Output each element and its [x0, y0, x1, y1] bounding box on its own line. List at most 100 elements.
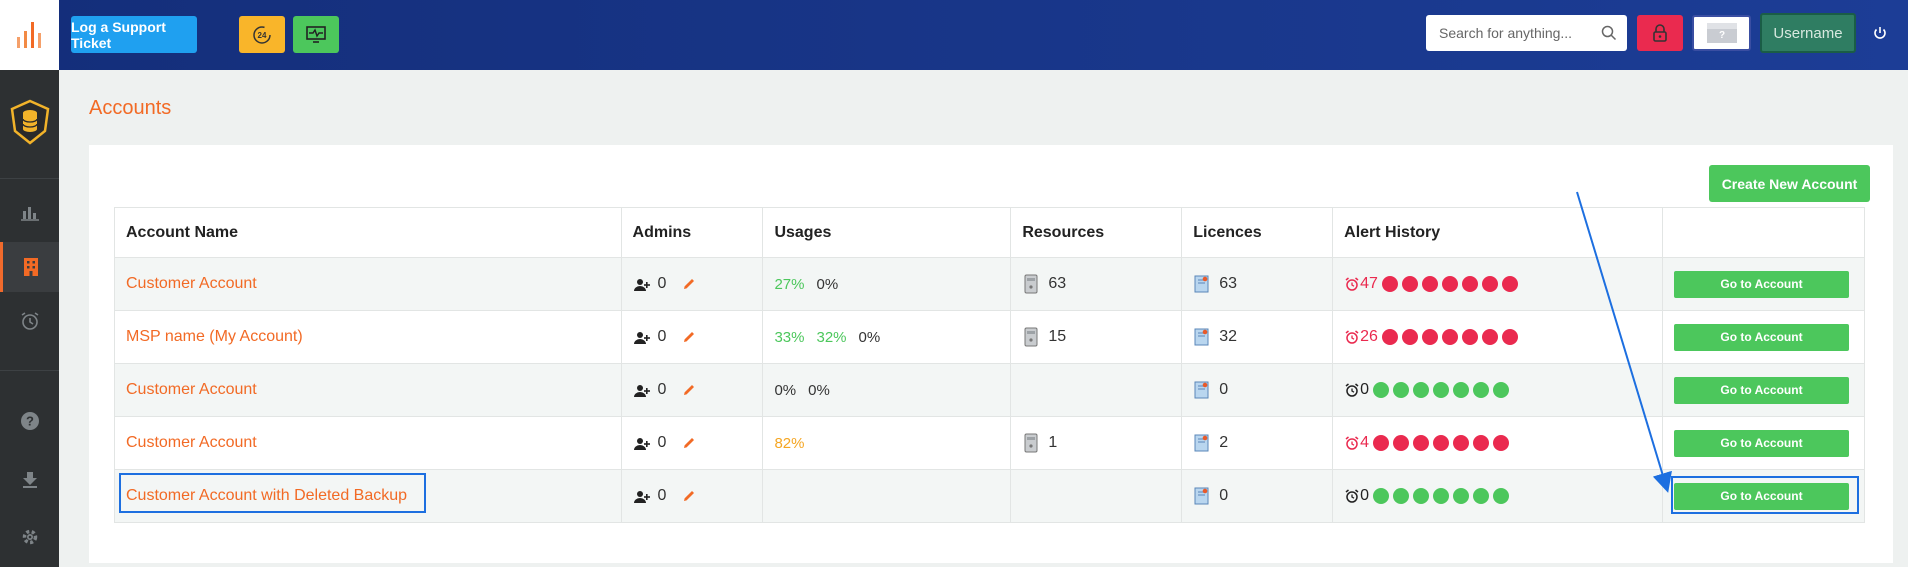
alarm-clock-icon [1345, 436, 1359, 450]
licences-cell: 0 [1181, 363, 1334, 417]
alert-status-dot [1453, 435, 1470, 451]
license-icon [1194, 487, 1209, 505]
alert-status-dot [1373, 435, 1390, 451]
edit-admins-button[interactable] [682, 383, 696, 397]
pencil-icon [684, 332, 695, 342]
license-icon [1194, 381, 1209, 399]
license-icon [1194, 275, 1209, 293]
support-ticket-button[interactable]: Log a Support Ticket [71, 16, 197, 53]
account-name-link[interactable]: Customer Account [126, 275, 257, 292]
usage-value: 0% [808, 381, 830, 399]
resources-count: 63 [1048, 275, 1067, 292]
admins-count: 0 [657, 487, 667, 504]
sidebar-item-alerts[interactable] [0, 296, 59, 346]
monitor-button[interactable] [293, 16, 339, 53]
admins-count: 0 [657, 328, 667, 345]
alert-status-dot [1481, 329, 1498, 345]
alert-status-dot [1493, 488, 1510, 504]
licences-cell: 2 [1181, 416, 1334, 470]
licences-count: 0 [1219, 487, 1229, 504]
alert-count: 4 [1360, 434, 1370, 451]
search-box[interactable]: Search for anything... [1426, 15, 1627, 51]
alert-status-dot [1433, 435, 1450, 451]
sidebar-item-reports[interactable] [0, 187, 59, 237]
resources-cell: 15 [1010, 310, 1183, 364]
alarm-icon [21, 312, 38, 330]
server-icon [1024, 327, 1038, 347]
search-icon[interactable] [1601, 25, 1617, 41]
username-button[interactable]: Username [1760, 13, 1856, 53]
usage-value: 0% [858, 328, 881, 346]
sidebar-item-settings[interactable] [0, 512, 59, 562]
alert-status-dot [1493, 382, 1510, 398]
pencil-icon [684, 385, 695, 395]
account-name-link[interactable]: Customer Account [126, 381, 257, 398]
account-name-cell: Customer Account [114, 416, 622, 470]
power-icon[interactable] [1872, 25, 1888, 41]
sidebar-item-brand[interactable] [0, 92, 59, 152]
alarm-clock-icon [1345, 383, 1359, 397]
language-button[interactable]: ? [1692, 15, 1751, 51]
alert-history-cell: 0 [1332, 363, 1663, 417]
column-header[interactable]: Licences [1181, 207, 1334, 258]
admins-cell: 0 [620, 257, 764, 311]
action-cell: Go to Account [1661, 257, 1866, 311]
column-header[interactable]: Account Name [114, 207, 622, 258]
usage-value: 33% [774, 328, 805, 346]
license-icon [1194, 328, 1209, 346]
building-icon [24, 258, 38, 276]
support-24-button[interactable]: 24 [239, 16, 285, 53]
alert-status-dot [1381, 276, 1398, 292]
table-row: Customer Account 0 27% 0% 63 63 47 Go to Accoun… [114, 257, 1866, 311]
account-name-link[interactable]: MSP name (My Account) [126, 328, 303, 345]
add-user-icon [633, 332, 650, 344]
alert-status-dot [1501, 329, 1518, 345]
sidebar-item-downloads[interactable] [0, 454, 59, 504]
download-icon [22, 472, 37, 488]
usages-cell: 0% 0% [762, 363, 1012, 417]
alert-status-dot [1453, 488, 1470, 504]
resources-cell [1010, 469, 1183, 523]
support-24-icon: 24 [253, 25, 271, 44]
column-header[interactable]: Usages [762, 207, 1012, 258]
column-header[interactable]: Alert History [1332, 207, 1663, 258]
chart-icon [20, 207, 39, 221]
svg-text:?: ? [26, 414, 34, 429]
resources-cell [1010, 363, 1183, 417]
account-name-link[interactable]: Customer Account [126, 434, 257, 451]
logo[interactable] [0, 0, 59, 70]
go-to-account-button[interactable]: Go to Account [1673, 323, 1849, 351]
admins-count: 0 [657, 275, 667, 292]
sidebar-item-accounts[interactable] [0, 242, 59, 292]
table-row: Customer Account 0 0% 0% 0 0 Go to Account [114, 363, 1866, 417]
licences-cell: 63 [1181, 257, 1334, 311]
pencil-icon [684, 491, 695, 501]
alert-status-dot [1441, 276, 1458, 292]
edit-admins-button[interactable] [682, 330, 696, 344]
sidebar-item-help[interactable]: ? [0, 396, 59, 446]
alert-status-dot [1493, 435, 1510, 451]
edit-admins-button[interactable] [682, 436, 696, 450]
add-user-icon [633, 491, 650, 503]
usages-cell: 27% 0% [762, 257, 1012, 311]
column-header[interactable]: Resources [1010, 207, 1183, 258]
alarm-clock-icon [1345, 330, 1359, 344]
go-to-account-button[interactable]: Go to Account [1673, 270, 1849, 298]
account-name-cell: Customer Account [114, 257, 622, 311]
usages-cell: 33% 32% 0% [762, 310, 1012, 364]
page-title: Accounts [89, 97, 172, 119]
usage-value: 27% [774, 275, 805, 293]
alert-count: 0 [1360, 381, 1370, 398]
lock-button[interactable] [1637, 15, 1683, 51]
edit-admins-button[interactable] [682, 277, 696, 291]
alert-status-dot [1473, 488, 1490, 504]
go-to-account-button[interactable]: Go to Account [1673, 429, 1849, 457]
edit-admins-button[interactable] [682, 489, 696, 503]
column-header[interactable]: Admins [620, 207, 764, 258]
admins-cell: 0 [620, 469, 764, 523]
alert-history-cell: 0 [1332, 469, 1663, 523]
add-user-icon [633, 279, 650, 291]
search-input[interactable]: Search for anything... [1439, 25, 1572, 41]
go-to-account-button[interactable]: Go to Account [1673, 376, 1849, 404]
create-account-button[interactable]: Create New Account [1709, 165, 1870, 202]
